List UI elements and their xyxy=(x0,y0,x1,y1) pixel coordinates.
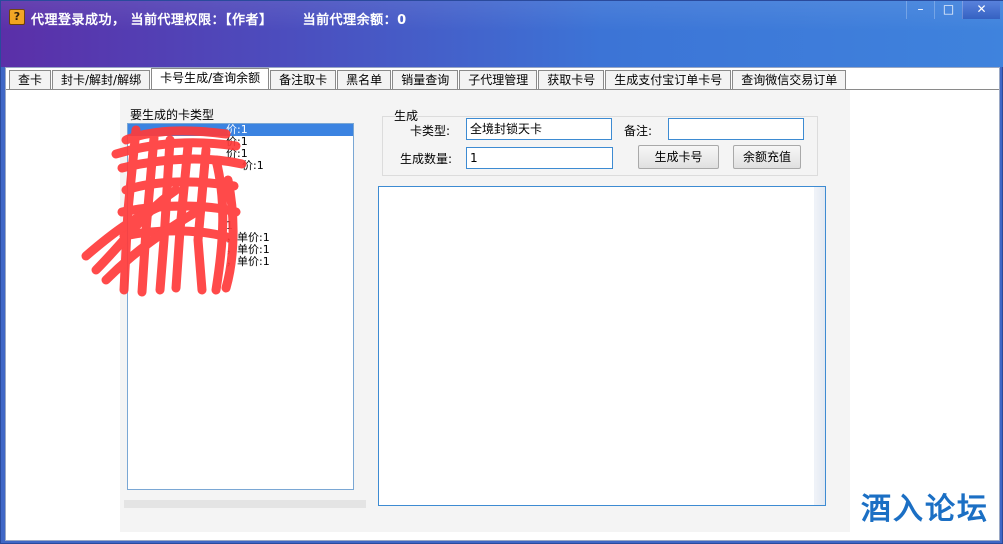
tab-note-fetch[interactable]: 备注取卡 xyxy=(270,70,337,89)
tab-query-card[interactable]: 查卡 xyxy=(9,70,52,89)
card-type-field[interactable]: 全境封锁天卡 xyxy=(466,118,612,140)
output-textarea[interactable] xyxy=(378,186,826,506)
card-type-label: 卡类型: xyxy=(410,124,451,138)
note-label: 备注: xyxy=(624,124,653,138)
tab-sub-agent[interactable]: 子代理管理 xyxy=(459,70,538,89)
tab-wechat-order[interactable]: 查询微信交易订单 xyxy=(732,70,847,89)
window-title: 代理登录成功， 当前代理权限：【作者】 当前代理余额：0 xyxy=(31,13,407,28)
tab-generate-balance[interactable]: 卡号生成/查询余额 xyxy=(151,68,270,89)
tab-sales-query[interactable]: 销量查询 xyxy=(392,70,459,89)
redaction-scribble xyxy=(81,125,247,297)
tab-blacklist[interactable]: 黑名单 xyxy=(337,70,392,89)
tab-ban-unban[interactable]: 封卡/解封/解绑 xyxy=(52,70,151,89)
bottom-strip xyxy=(124,500,366,508)
minimize-icon[interactable]: – xyxy=(906,1,934,19)
count-field[interactable]: 1 xyxy=(466,147,613,169)
vertical-scrollbar[interactable] xyxy=(814,187,825,505)
window-controls: – □ ✕ xyxy=(906,1,1000,19)
tab-alipay-order[interactable]: 生成支付宝订单卡号 xyxy=(605,70,732,89)
tab-get-card[interactable]: 获取卡号 xyxy=(538,70,605,89)
question-app-icon: ? xyxy=(9,9,25,25)
title-bar[interactable]: ? 代理登录成功， 当前代理权限：【作者】 当前代理余额：0 – □ ✕ xyxy=(1,1,1003,67)
output-text xyxy=(379,187,825,193)
watermark: 酒入论坛 xyxy=(861,492,989,527)
close-icon[interactable]: ✕ xyxy=(962,1,1000,19)
recharge-button[interactable]: 余额充值 xyxy=(733,145,801,169)
count-label: 生成数量: xyxy=(400,152,453,166)
note-field[interactable] xyxy=(668,118,804,140)
tab-strip: 查卡 封卡/解封/解绑 卡号生成/查询余额 备注取卡 黑名单 销量查询 子代理管… xyxy=(9,68,847,90)
maximize-icon[interactable]: □ xyxy=(934,1,962,19)
generate-card-button[interactable]: 生成卡号 xyxy=(638,145,719,169)
